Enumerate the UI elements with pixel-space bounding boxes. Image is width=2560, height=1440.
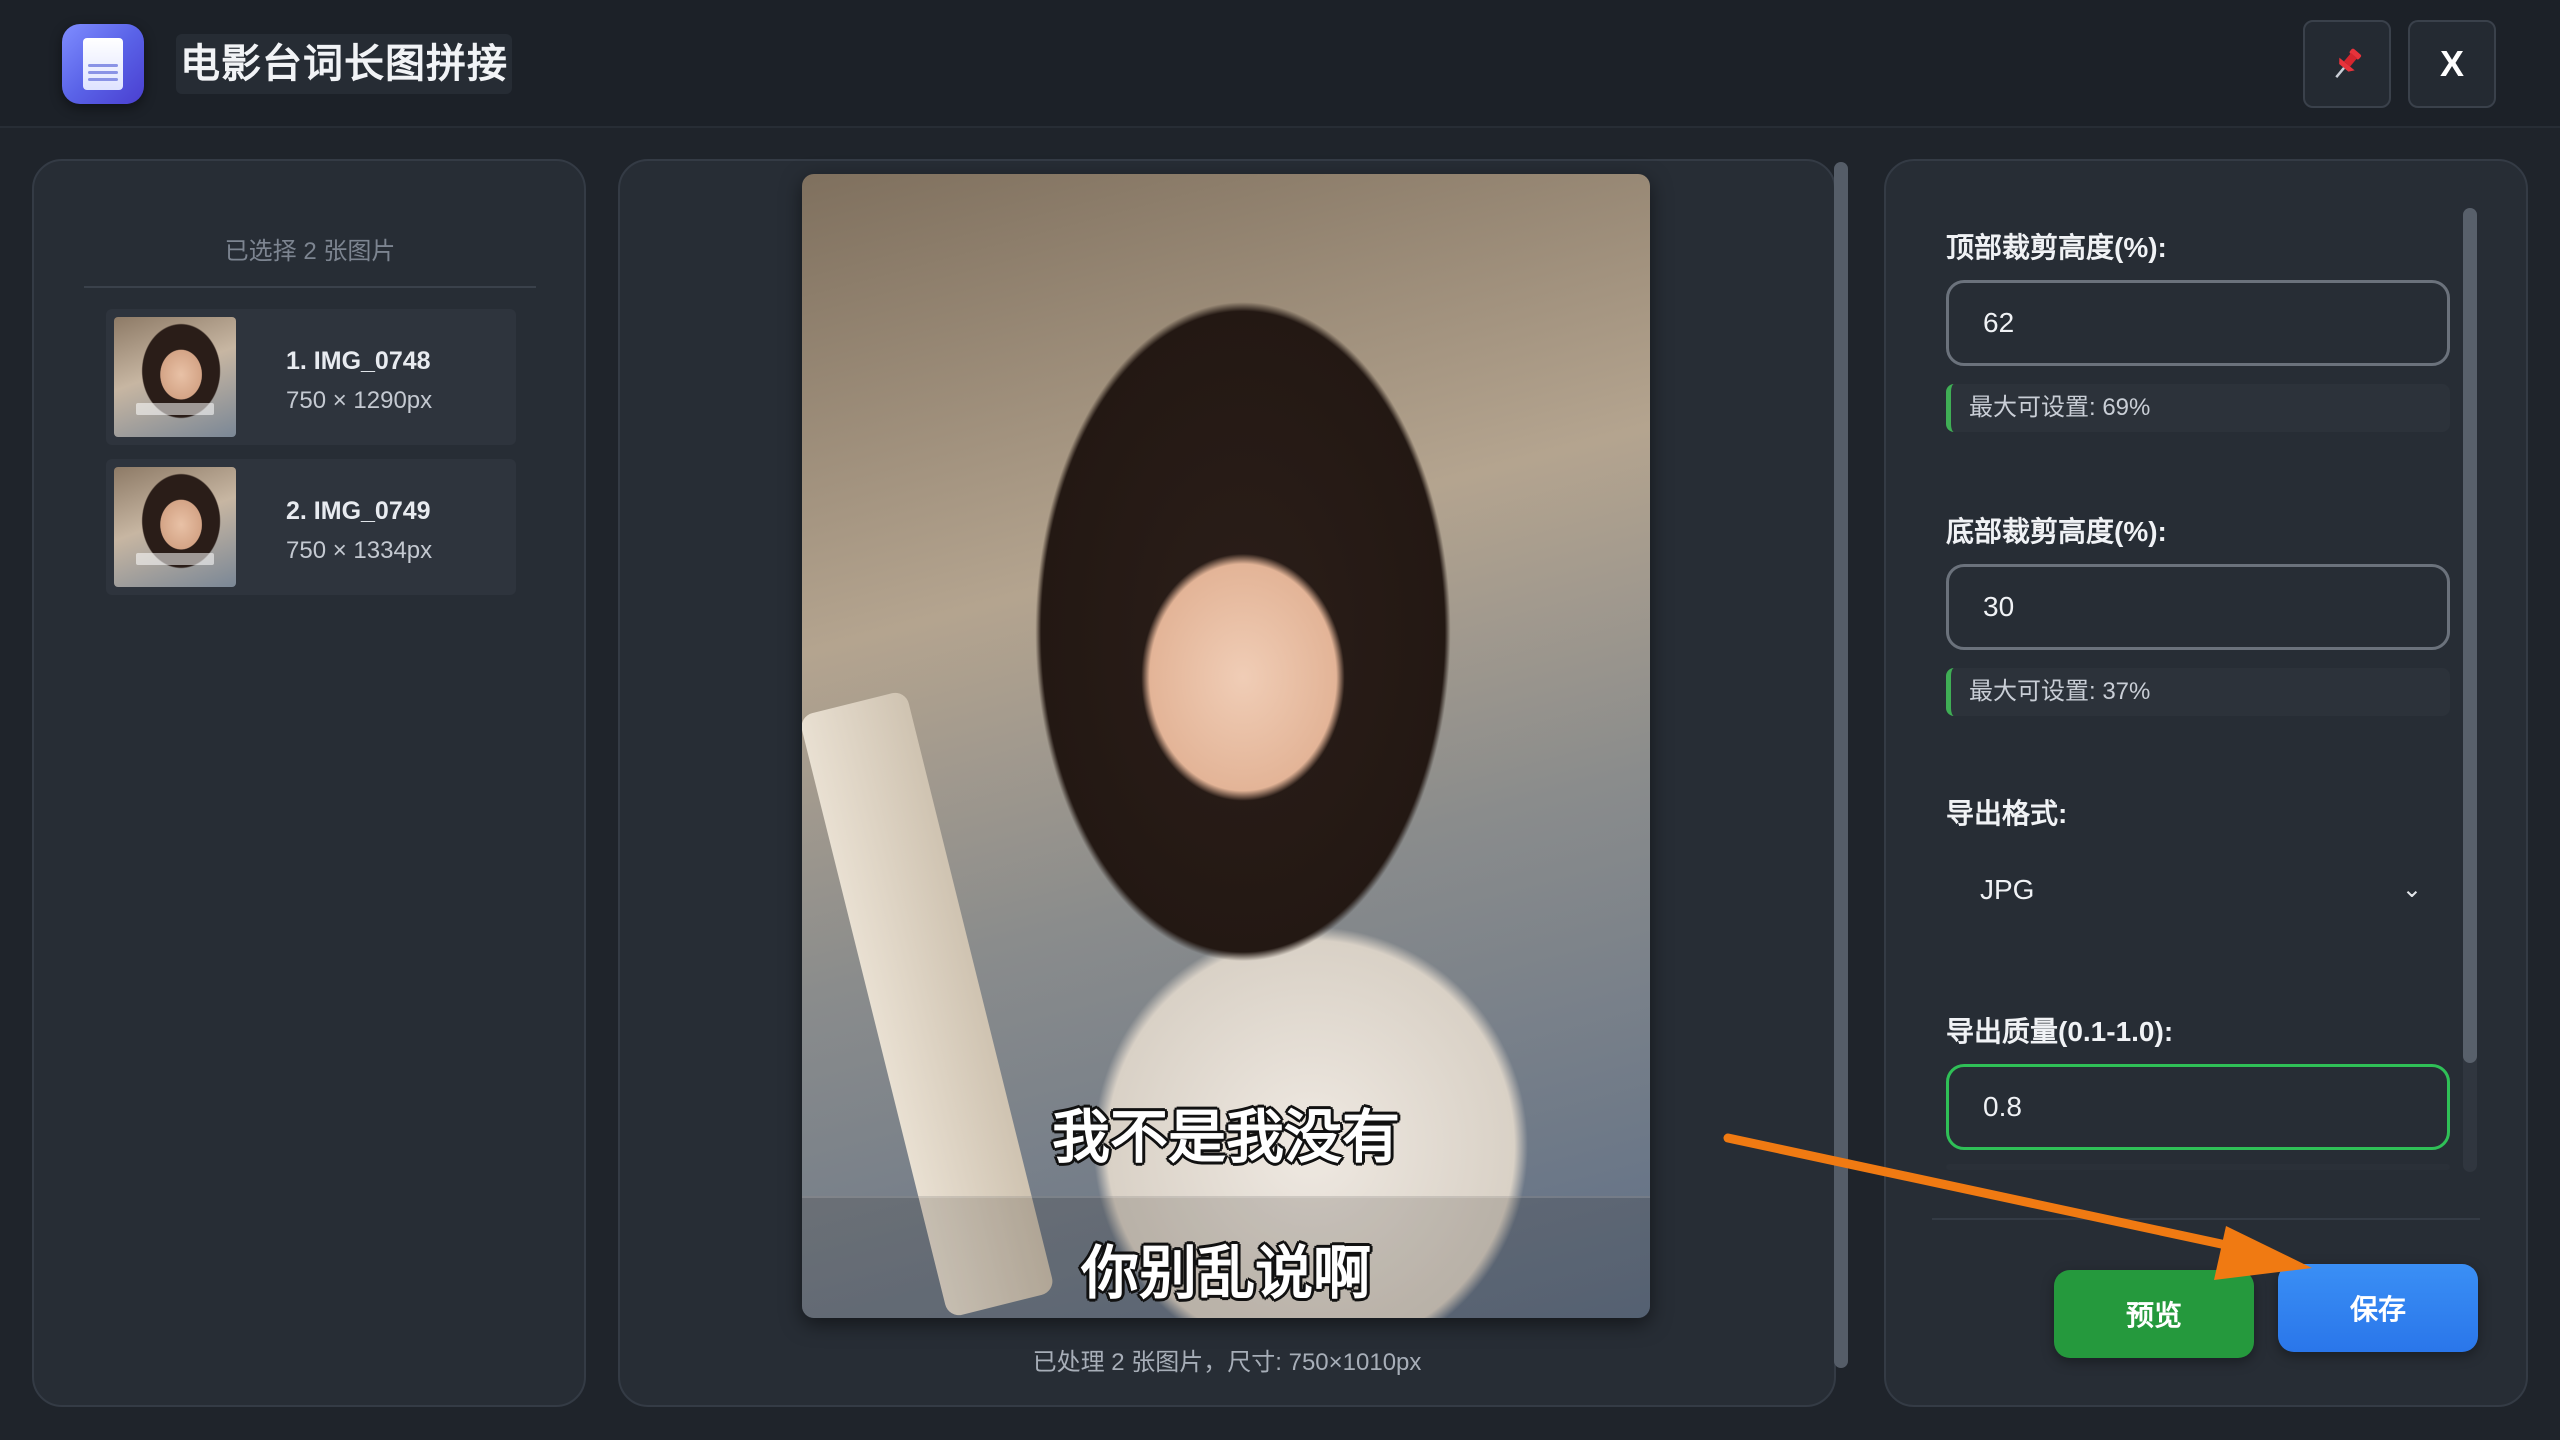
format-value: JPG xyxy=(1980,874,2035,905)
divider xyxy=(84,286,536,288)
file-dimensions: 750 × 1334px xyxy=(286,537,433,564)
quality-label: 导出质量(0.1-1.0): xyxy=(1946,1016,2174,1047)
divider xyxy=(1932,1218,2480,1220)
title-bar: 电影台词长图拼接 X xyxy=(0,0,2560,128)
file-list-panel: 已选择 2 张图片 1. IMG_0748 750 × 1290px 2. IM… xyxy=(32,159,586,1407)
list-item[interactable]: 2. IMG_0749 750 × 1334px xyxy=(106,459,516,595)
app-title: 电影台词长图拼接 xyxy=(176,34,512,94)
settings-scrollbar-thumb[interactable] xyxy=(2463,208,2477,1063)
quality-input[interactable]: 0.8 xyxy=(1946,1064,2450,1150)
save-button[interactable]: 保存 xyxy=(2278,1264,2478,1352)
preview-scrollbar-thumb[interactable] xyxy=(1834,162,1848,1368)
list-item[interactable]: 1. IMG_0748 750 × 1290px xyxy=(106,309,516,445)
top-crop-input[interactable]: 62 xyxy=(1946,280,2450,366)
selected-count: 已选择 2 张图片 xyxy=(224,238,396,265)
image-thumbnail xyxy=(114,467,236,587)
pin-button[interactable] xyxy=(2303,20,2391,108)
image-thumbnail xyxy=(114,317,236,437)
bottom-crop-label: 底部裁剪高度(%): xyxy=(1946,516,2167,547)
file-name: 2. IMG_0749 xyxy=(286,497,431,525)
subtitle-caption: 你别乱说啊 xyxy=(1080,1241,1371,1306)
subtitle-caption: 我不是我没有 xyxy=(1051,1105,1400,1170)
preview-status: 已处理 2 张图片，尺寸: 750×1010px xyxy=(1032,1349,1422,1376)
top-crop-hint: 最大可设置: 69% xyxy=(1946,384,2450,432)
layers-icon xyxy=(62,24,144,104)
file-dimensions: 750 × 1290px xyxy=(286,387,433,414)
format-label: 导出格式: xyxy=(1946,798,2068,829)
close-button[interactable]: X xyxy=(2408,20,2496,108)
format-select[interactable]: JPG ⌄ xyxy=(1946,860,2450,920)
pin-icon xyxy=(2335,48,2362,78)
next-hint-edge xyxy=(1946,1164,2450,1170)
preview-image: 我不是我没有 你别乱说啊 xyxy=(802,174,1650,1318)
bottom-crop-hint: 最大可设置: 37% xyxy=(1946,668,2450,716)
chevron-down-icon: ⌄ xyxy=(2401,876,2422,903)
bottom-crop-input[interactable]: 30 xyxy=(1946,564,2450,650)
top-crop-label: 顶部裁剪高度(%): xyxy=(1946,232,2167,263)
file-name: 1. IMG_0748 xyxy=(286,347,431,375)
preview-button[interactable]: 预览 xyxy=(2054,1270,2254,1358)
